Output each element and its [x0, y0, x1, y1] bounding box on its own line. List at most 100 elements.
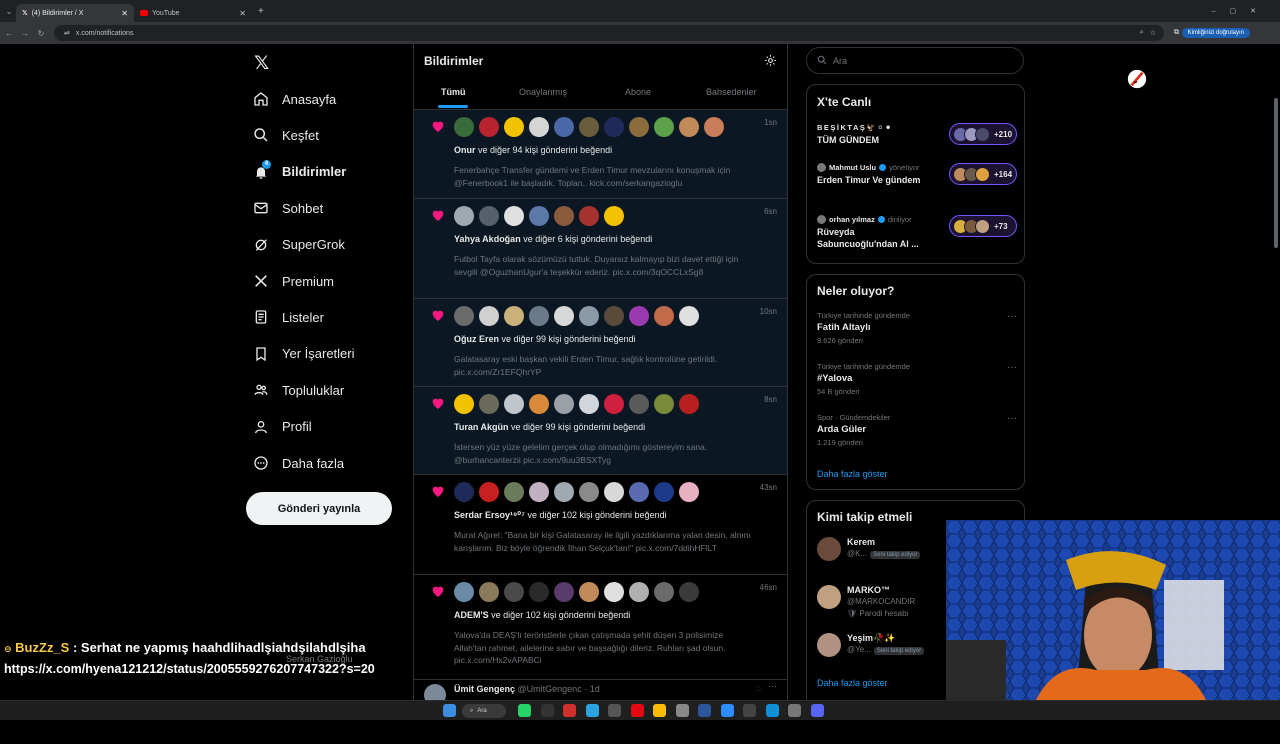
trend-item[interactable]: Spor · Gündemdekiler Arda Güler 1.219 gönd…	[817, 413, 1017, 447]
windows-start-icon[interactable]	[443, 704, 456, 717]
live-listeners-pill[interactable]: +73	[949, 215, 1017, 237]
back-icon[interactable]: ←	[2, 29, 16, 38]
post-button[interactable]: Gönderi yayınla	[246, 492, 392, 525]
notification-item[interactable]: 10sn Oğuz Eren ve diğer 99 kişi gönderini…	[414, 299, 787, 387]
avatar[interactable]	[604, 582, 624, 602]
avatar[interactable]	[504, 306, 524, 326]
whatsapp-icon[interactable]	[518, 704, 531, 717]
avatar[interactable]	[604, 206, 624, 226]
nav-item-anasayfa[interactable]: Anasayfa	[252, 86, 336, 112]
avatar[interactable]	[629, 394, 649, 414]
notification-item[interactable]: 6sn Yahya Akdoğan ve diğer 6 kişi gönderi…	[414, 199, 787, 299]
app-icon[interactable]	[743, 704, 756, 717]
url-field[interactable]: ⇌ x.com/notifications ⌕ ☆	[54, 25, 1164, 41]
avatar[interactable]	[654, 582, 674, 602]
scrollbar-thumb[interactable]	[1274, 98, 1278, 248]
trend-item[interactable]: Türkiye tarihinde gündemde Fatih Altaylı 9…	[817, 311, 1017, 345]
taskbar-search[interactable]: ⌕ Ara	[462, 704, 506, 718]
tab-search-icon[interactable]: ⌄	[2, 7, 16, 16]
avatar[interactable]	[817, 633, 841, 657]
telegram-icon[interactable]	[585, 704, 599, 717]
live-listeners-pill[interactable]: +210	[949, 123, 1017, 145]
tab-mentions[interactable]: Bahsedenler	[706, 87, 757, 97]
avatar[interactable]	[679, 394, 699, 414]
avatar[interactable]	[629, 306, 649, 326]
live-space-row[interactable]: BEŞİKTAŞ🦅⚪⚫ TÜM GÜNDEM +210	[817, 123, 1017, 163]
grok-feather-icon[interactable]	[1126, 68, 1148, 90]
avatar[interactable]	[579, 206, 599, 226]
obs-icon[interactable]	[540, 704, 554, 717]
nav-item-yer-i-şaretleri[interactable]: Yer İşaretleri	[252, 341, 355, 367]
avatar[interactable]	[504, 117, 524, 137]
forward-icon[interactable]: →	[18, 29, 32, 38]
bookmark-star-icon[interactable]: ☆	[1150, 29, 1156, 37]
avatar[interactable]	[579, 306, 599, 326]
post-excerpt[interactable]: Futbol Tayfa olarak sözümüzü tuttuk. Duy…	[454, 253, 754, 278]
browser-tab-youtube[interactable]: YouTube ✕	[134, 4, 252, 22]
zoom-icon[interactable]	[720, 704, 734, 717]
post-excerpt[interactable]: Yalova'da DEAŞ'lı teröristlerle çıkan ça…	[454, 629, 754, 667]
extensions-icon[interactable]: ⧉	[1174, 29, 1179, 37]
avatar[interactable]	[454, 394, 474, 414]
avatar[interactable]	[479, 482, 499, 502]
liker-name[interactable]: Serdar Ersoy¹⁹⁰⁷	[454, 510, 525, 520]
liker-name[interactable]: Oğuz Eren	[454, 334, 499, 344]
avatar[interactable]	[654, 482, 674, 502]
close-tab-icon[interactable]: ✕	[121, 9, 128, 18]
notification-item[interactable]: 1sn Onur ve diğer 94 kişi gönderini beğen…	[414, 110, 787, 199]
avatar[interactable]	[817, 537, 841, 561]
avatar[interactable]	[604, 482, 624, 502]
grok-icon[interactable]: ◌	[756, 683, 761, 693]
github-icon[interactable]	[675, 704, 689, 717]
avatar[interactable]	[504, 206, 524, 226]
live-space-row[interactable]: Mahmut Uslu yönetiyor Erden Timur Ve günde…	[817, 163, 1017, 203]
avatar[interactable]	[454, 482, 474, 502]
follow-suggestion[interactable]: Kerem @K... Seni takip ediyor	[817, 537, 947, 579]
avatar[interactable]	[454, 206, 474, 226]
tab-all[interactable]: Tümü	[441, 87, 466, 97]
word-icon[interactable]	[698, 704, 711, 717]
tab-subscribed[interactable]: Abone	[625, 87, 651, 97]
nav-item-listeler[interactable]: Listeler	[252, 304, 324, 330]
avatar[interactable]	[654, 306, 674, 326]
nav-item-profil[interactable]: Profil	[252, 414, 312, 440]
avatar[interactable]	[529, 582, 549, 602]
avatar[interactable]	[479, 206, 499, 226]
avatar[interactable]	[817, 585, 841, 609]
app-icon[interactable]	[608, 704, 621, 717]
avatar[interactable]	[679, 582, 699, 602]
nav-item-bildirimler[interactable]: 4 Bildirimler	[252, 159, 346, 185]
reload-icon[interactable]: ↻	[34, 29, 48, 38]
post-excerpt[interactable]: Murat Ağırel: "Bana bir kişi Galatasaray…	[454, 529, 754, 554]
avatar[interactable]	[454, 117, 474, 137]
avatar[interactable]	[504, 482, 524, 502]
avatar[interactable]	[604, 394, 624, 414]
zoom-icon[interactable]: ⌕	[1140, 29, 1144, 37]
post-excerpt[interactable]: Galatasaray eski başkan vekili Erden Tim…	[454, 353, 754, 378]
avatar[interactable]	[454, 306, 474, 326]
avatar[interactable]	[604, 117, 624, 137]
avatar[interactable]	[479, 582, 499, 602]
avatar[interactable]	[504, 394, 524, 414]
settings-icon[interactable]	[788, 704, 801, 717]
nav-item-premium[interactable]: Premium	[252, 268, 334, 294]
avatar[interactable]	[529, 306, 549, 326]
live-space-row[interactable]: orhan yılmaz dinliyor Rüveyda Sabuncuoğlu'…	[817, 215, 1017, 255]
liker-name[interactable]: Yahya Akdoğan	[454, 234, 521, 244]
avatar[interactable]	[479, 117, 499, 137]
liker-name[interactable]: Turan Akgün	[454, 422, 509, 432]
follow-suggestion[interactable]: MARKO™ @MARKOCANDIR 🛡 Parodi hesabı	[817, 585, 947, 627]
netflix-icon[interactable]	[630, 704, 644, 717]
avatar[interactable]	[554, 206, 574, 226]
avatar[interactable]	[604, 306, 624, 326]
liker-name[interactable]: Onur	[454, 145, 476, 155]
avatar[interactable]	[679, 482, 699, 502]
discord-icon[interactable]	[810, 704, 824, 717]
browser-tab-x[interactable]: 𝕏 (4) Bildirimler / X ✕	[16, 4, 134, 22]
edge-icon[interactable]	[765, 704, 779, 717]
more-options-icon[interactable]: ···	[1007, 311, 1017, 322]
verify-identity-button[interactable]: Kimliğinizi doğrulayın	[1181, 28, 1250, 38]
more-options-icon[interactable]: ···	[1007, 413, 1017, 424]
settings-gear-icon[interactable]	[764, 54, 777, 72]
avatar[interactable]	[529, 206, 549, 226]
